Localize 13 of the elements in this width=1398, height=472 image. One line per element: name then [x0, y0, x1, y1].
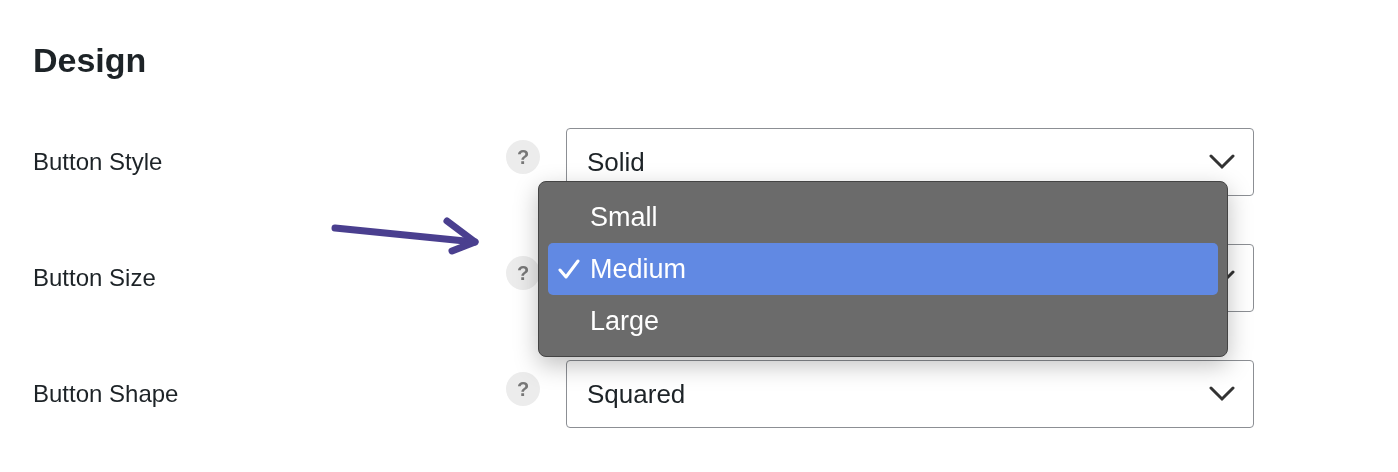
help-icon[interactable]: ?: [506, 140, 540, 174]
field-label: Button Style: [33, 148, 164, 176]
chevron-down-icon: [1209, 386, 1235, 402]
chevron-down-icon: [1209, 154, 1235, 170]
select-field[interactable]: Squared: [566, 360, 1254, 428]
field-label: Button Size: [33, 264, 157, 292]
section-heading: Design: [33, 40, 148, 80]
help-icon[interactable]: ?: [506, 372, 540, 406]
menu-option[interactable]: Medium: [548, 243, 1218, 295]
check-icon: [558, 259, 580, 279]
help-icon[interactable]: ?: [506, 256, 540, 290]
field-label: Button Shape: [33, 380, 180, 408]
menu-option[interactable]: Large: [548, 295, 1218, 347]
